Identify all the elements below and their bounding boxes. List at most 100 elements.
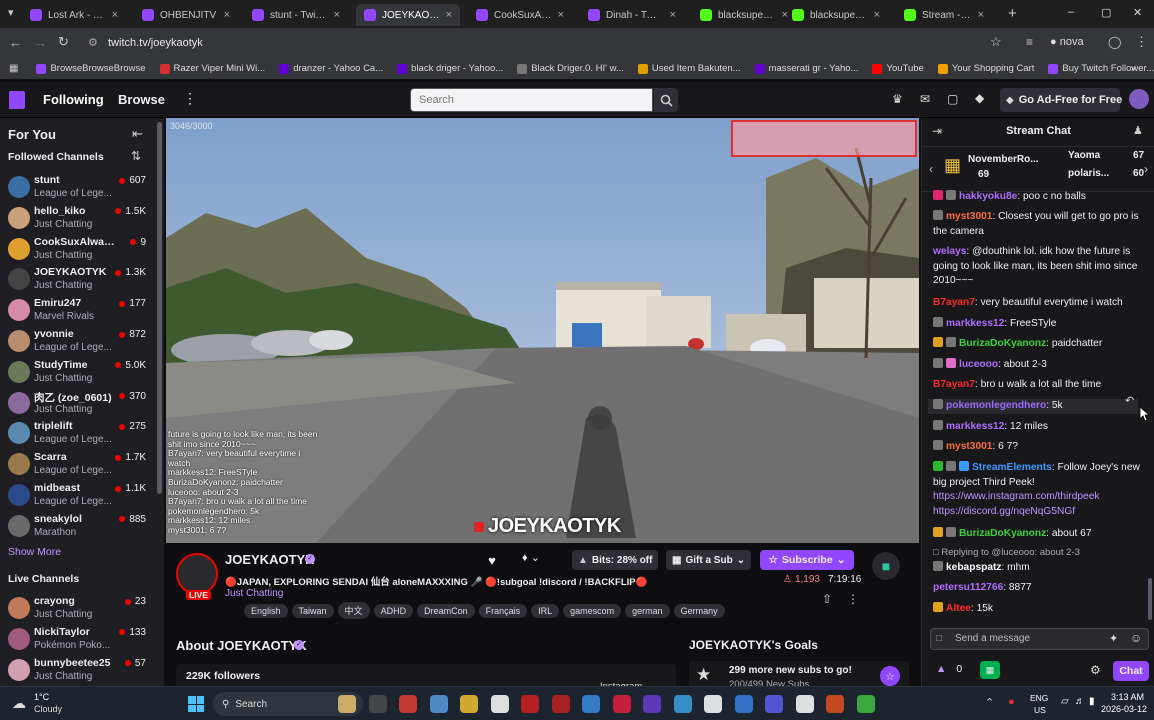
bookmark-item[interactable]: black driger - Yahoo... [397,63,503,74]
site-info-icon[interactable]: ⚙ [88,36,98,49]
sidebar-channel[interactable]: bunnybeetee25 Just Chatting 57 [0,656,156,686]
tag-pill[interactable]: Taiwan [291,604,334,618]
apps-icon[interactable]: ▦ [9,63,18,74]
tab-close-icon[interactable]: × [334,9,340,21]
sidebar-channel[interactable]: Scarra League of Lege... 1.7K [0,450,156,480]
sidebar-channel[interactable]: sneakylol Marathon 885 [0,512,156,542]
bookmark-item[interactable]: dranzer - Yahoo Ca... [279,63,383,74]
browser-tab[interactable]: CookSuxAlways × [468,4,572,26]
region-label[interactable]: US [1034,705,1046,715]
twitch-logo-icon[interactable] [9,91,25,109]
folder-icon[interactable] [460,695,478,713]
weather-icon[interactable]: ☁ [12,695,26,712]
lang-label[interactable]: ENG [1030,693,1048,703]
wifi-icon[interactable]: ▱ [1061,696,1069,707]
tag-pill[interactable]: ADHD [373,604,414,618]
sparkle-icon[interactable]: ✦ [1109,632,1118,645]
tab-close-icon[interactable]: × [224,9,230,21]
telegram-icon[interactable] [673,695,692,713]
menu-dots-icon[interactable]: ⋮ [1135,34,1148,50]
crown-icon[interactable]: ♛ [892,92,903,106]
reading-list-icon[interactable]: ≡ [1026,35,1033,49]
emote-icon[interactable]: ☺ [1130,631,1142,645]
clock-time[interactable]: 3:13 AM [1111,692,1144,702]
browser-tab[interactable]: blacksupered St × [784,4,888,26]
whispers-icon[interactable]: ▢ [947,92,958,106]
video-player[interactable]: 3046/3000 future is going to look like m… [166,118,919,543]
forward-icon[interactable]: → [34,35,47,50]
collapse-sidebar-icon[interactable]: ⇤ [132,126,143,142]
reload-icon[interactable]: ↻ [58,34,69,50]
rewards-button[interactable]: ▦ [980,661,1000,679]
sidebar-channel[interactable]: CookSuxAlway... Just Chatting 9 [0,235,156,265]
tab-close-icon[interactable]: × [874,9,880,21]
browser-tab[interactable]: stunt - Twitch × [244,4,348,26]
follow-heart-button[interactable]: ♥ [482,551,502,569]
show-more-link[interactable]: Show More [8,546,61,558]
reply-icon[interactable]: ↶ [1125,394,1134,407]
chevron-right-icon[interactable]: › [1144,162,1148,176]
tag-pill[interactable]: gamescom [563,604,622,618]
app-icon[interactable] [521,695,539,713]
notepad-icon[interactable] [490,695,509,713]
browser-tab[interactable]: Stream - Kick D × [896,4,992,26]
chrome-icon[interactable] [399,695,417,713]
nav-browse[interactable]: Browse [118,92,165,107]
tag-pill[interactable]: 中文 [337,602,370,619]
app-icon[interactable] [582,695,600,713]
chat-scrollbar[interactable] [1148,578,1152,620]
channel-points[interactable]: ▲ 0 [936,663,962,675]
bookmark-item[interactable]: Black Driger.0. HI' w... [517,63,624,74]
tag-pill[interactable]: IRL [531,604,560,618]
bookmark-item[interactable]: BrowseBrowseBrowse [36,63,146,74]
sidebar-channel[interactable]: hello_kiko Just Chatting 1.5K [0,204,156,234]
bookmark-item[interactable]: Razer Viper Mini Wi... [159,63,265,74]
sidebar-channel[interactable]: midbeast League of Lege... 1.1K [0,481,156,511]
tag-pill[interactable]: English [244,604,288,618]
browser-tab[interactable]: JOEYKAOTYK × [356,4,460,26]
subscribe-button[interactable]: ☆ Subscribe ⌄ [760,550,854,570]
sidebar-channel[interactable]: triplelift League of Lege... 275 [0,419,156,449]
close-window-icon[interactable]: ✕ [1133,6,1142,19]
tab-close-icon[interactable]: × [558,9,564,21]
sidebar-channel[interactable]: JOEYKAOTYK Just Chatting 1.3K [0,265,156,295]
app-icon[interactable] [795,695,814,713]
tray-app-icon[interactable]: ● [1008,696,1015,708]
bookmark-item[interactable]: Your Shopping Cart [937,63,1034,74]
app-icon[interactable] [704,695,722,713]
minimize-icon[interactable]: – [1068,6,1074,18]
tag-pill[interactable]: german [625,604,670,618]
task-view-icon[interactable] [368,695,387,713]
user-avatar[interactable] [1129,89,1149,109]
share-icon[interactable]: ⇧ [822,592,832,606]
ad-free-button[interactable]: ◆ Go Ad-Free for Free [1000,88,1122,112]
bookmark-item[interactable]: YouTube [872,63,924,74]
tab-search-icon[interactable]: ▾ [8,6,14,19]
more-options-icon[interactable]: ⋮ [847,592,859,606]
maximize-icon[interactable]: ▢ [1101,6,1111,19]
bookmark-star-icon[interactable]: ☆ [990,34,1002,50]
sidebar-channel[interactable]: Emiru247 Marvel Rivals 177 [0,296,156,326]
back-icon[interactable]: ← [9,35,22,50]
inbox-icon[interactable]: ✉ [920,92,930,106]
sidebar-channel[interactable]: crayong Just Chatting 23 [0,594,156,624]
chevron-left-icon[interactable]: ‹ [929,162,933,176]
discord-icon[interactable] [765,695,783,713]
tag-pill[interactable]: Germany [673,604,725,618]
sidebar-channel[interactable]: yvonnie League of Lege... 872 [0,327,156,357]
stream-category[interactable]: Just Chatting [225,588,283,599]
browser-tab[interactable]: Lost Ark - Twitch × [22,4,126,26]
browser-tab[interactable]: OHBENJITV × [134,4,238,26]
search-input[interactable] [410,88,653,112]
url-text[interactable]: twitch.tv/joeykaotyk [108,37,203,49]
chat-link-instagram[interactable]: https://www.instagram.com/thirdpeek [933,491,1099,502]
sidebar-channel[interactable]: NickiTaylor Pokémon Poko... 133 [0,625,156,655]
sidebar-channel[interactable]: 肉乙 (zoe_0601) Just Chatting 370 [0,389,156,419]
tray-overflow-icon[interactable]: ⌃ [985,696,994,709]
bits-button[interactable]: ▲ Bits: 28% off [572,550,659,570]
notification-button[interactable]: ♦ ⌄ [522,551,540,564]
chat-send-button[interactable]: Chat [1113,661,1149,681]
channel-name[interactable]: JOEYKAOTYK [225,552,315,567]
bookmark-item[interactable]: masserati gr - Yaho... [754,63,858,74]
bits-icon[interactable]: □ [936,633,942,644]
